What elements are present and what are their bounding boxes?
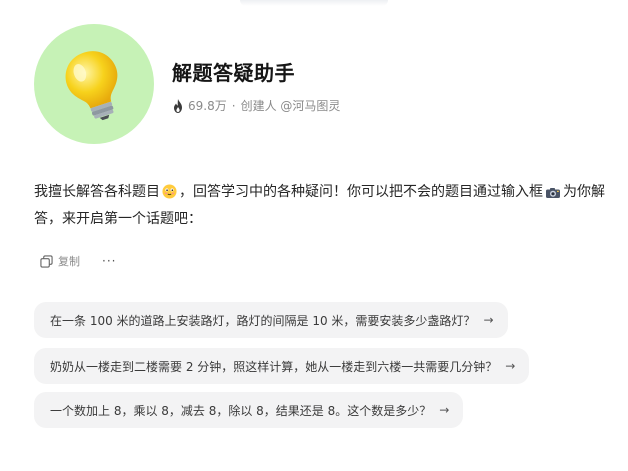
popularity-count: 69.8万 <box>188 99 227 113</box>
fire-icon <box>174 98 182 113</box>
copy-button[interactable]: 复制 <box>40 253 80 269</box>
intro-text-1: 我擅长解答各科题目 <box>34 184 160 200</box>
message-actions: 复制 ··· <box>40 253 116 269</box>
suggested-question-1[interactable]: 在一条 100 米的道路上安装路灯，路灯的间隔是 10 米，需要安装多少盏路灯？… <box>34 302 508 338</box>
camera-emoji-icon <box>545 183 561 207</box>
bot-avatar <box>34 24 154 144</box>
suggested-question-2[interactable]: 奶奶从一楼走到二楼需要 2 分钟，照这样计算，她从一楼走到六楼一共需要几分钟？ … <box>34 348 530 384</box>
copy-label: 复制 <box>58 255 80 268</box>
intro-text-2: ，回答学习中的各种疑问！你可以把不会的题目通过输入框 <box>179 184 543 200</box>
arrow-right-icon: → <box>483 313 494 327</box>
bot-meta: 69.8万 · 创建人 @河马图灵 <box>172 97 340 114</box>
smile-emoji-icon <box>162 183 177 207</box>
suggested-question-text: 在一条 100 米的道路上安装路灯，路灯的间隔是 10 米，需要安装多少盏路灯？ <box>50 313 476 328</box>
lightbulb-icon <box>65 51 118 121</box>
copy-icon <box>40 254 53 268</box>
arrow-right-icon: → <box>439 403 450 417</box>
meta-separator: · <box>231 98 236 113</box>
bot-intro: 我擅长解答各科题目 ，回答学习中的各种疑问！你可以把不会的题目通过输入框 为你解答，… <box>34 180 624 231</box>
arrow-right-icon: → <box>505 359 516 373</box>
bot-title: 解题答疑助手 <box>172 61 295 85</box>
creator-label[interactable]: 创建人 @河马图灵 <box>241 97 341 114</box>
top-bar-shadow <box>240 0 388 6</box>
suggested-question-3[interactable]: 一个数加上 8，乘以 8，减去 8，除以 8，结果还是 8。这个数是多少？ → <box>34 392 464 428</box>
suggested-question-text: 一个数加上 8，乘以 8，减去 8，除以 8，结果还是 8。这个数是多少？ <box>50 403 432 418</box>
more-icon[interactable]: ··· <box>102 254 116 268</box>
suggested-question-text: 奶奶从一楼走到二楼需要 2 分钟，照这样计算，她从一楼走到六楼一共需要几分钟？ <box>50 359 498 374</box>
